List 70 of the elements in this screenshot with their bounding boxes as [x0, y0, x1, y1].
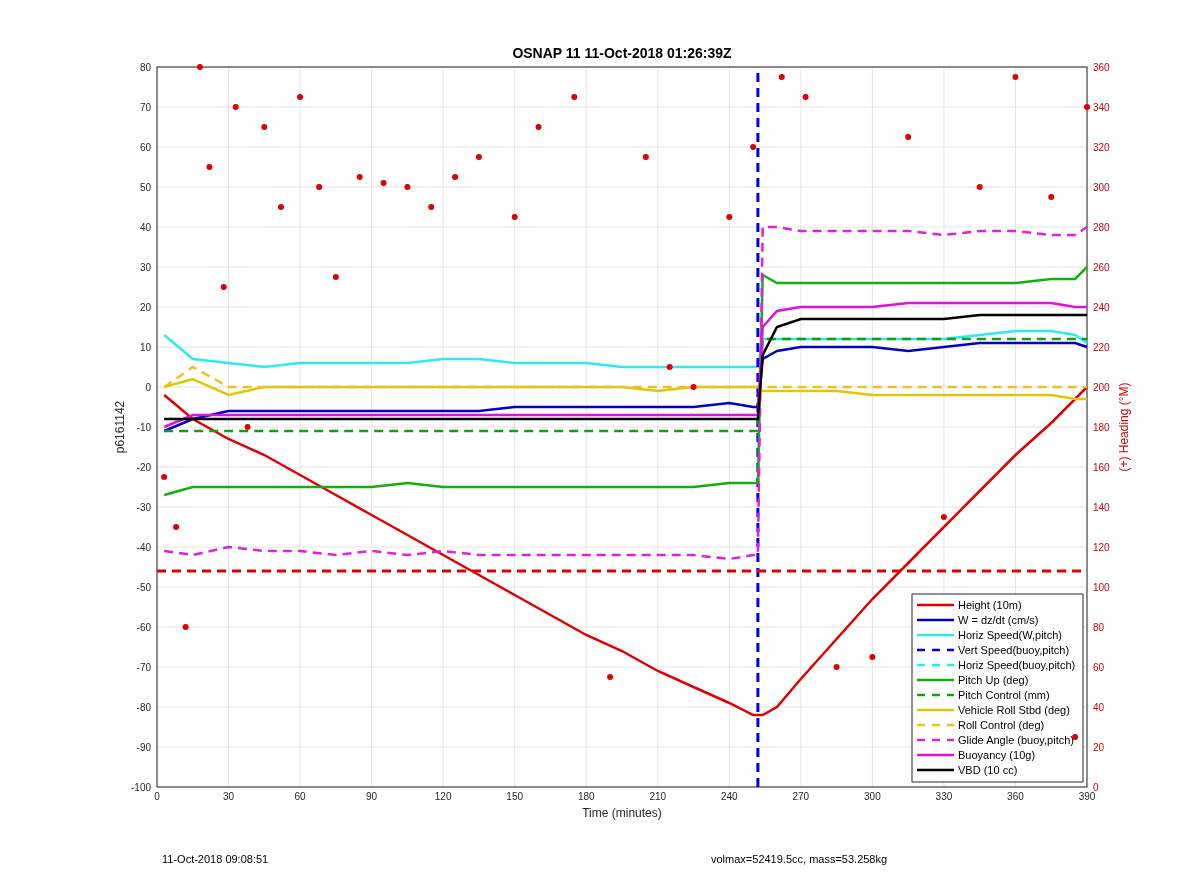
y-axis-label: p6161142 [113, 400, 127, 454]
x-tick-label: 120 [434, 791, 452, 802]
y-tick-label: -90 [136, 742, 151, 753]
y-tick-label: -30 [136, 502, 151, 513]
legend-label: Horiz Speed(buoy,pitch) [958, 659, 1076, 671]
x-tick-label: 360 [1007, 791, 1024, 802]
legend-label: Vert Speed(buoy,pitch) [958, 644, 1070, 656]
legend-label: Horiz Speed(W,pitch) [958, 629, 1062, 641]
right-axis-label: (+) Heading (°M) [1117, 382, 1131, 472]
y-tick-label: 50 [139, 182, 151, 193]
y-tick-label: 70 [139, 102, 151, 113]
y-tick-label: -100 [131, 782, 151, 793]
right-tick-label: 340 [1093, 102, 1110, 113]
y-tick-label: 80 [139, 62, 151, 73]
legend-label: Buoyancy (10g) [958, 749, 1036, 761]
y-tick-label: -10 [136, 422, 151, 433]
legend-label: Pitch Control (mm) [958, 689, 1050, 701]
legend-label: Pitch Up (deg) [958, 674, 1029, 686]
timestamp: 11-Oct-2018 09:08:51 [162, 853, 269, 865]
y-tick-label: -60 [136, 622, 151, 633]
x-tick-label: 0 [154, 791, 160, 802]
right-tick-label: 280 [1093, 222, 1110, 233]
y-tick-label: 40 [139, 222, 151, 233]
y-tick-label: 60 [139, 142, 151, 153]
x-tick-label: 180 [577, 791, 595, 802]
x-axis-label: Time (minutes) [582, 806, 662, 820]
chart-title: OSNAP 11 11-Oct-2018 01:26:39Z [512, 45, 732, 61]
y-tick-label: 20 [139, 302, 151, 313]
y-tick-label: -50 [136, 582, 151, 593]
y-tick-label: -40 [136, 542, 151, 553]
y-tick-label: 10 [139, 342, 151, 353]
x-tick-label: 390 [1078, 791, 1096, 802]
x-tick-label: 150 [506, 791, 524, 802]
right-tick-label: 60 [1093, 662, 1105, 673]
x-tick-label: 60 [294, 791, 306, 802]
right-tick-label: 360 [1093, 62, 1110, 73]
x-tick-label: 300 [864, 791, 881, 802]
y-tick-label: -20 [136, 462, 151, 473]
right-tick-label: 300 [1093, 182, 1110, 193]
x-tick-label: 210 [649, 791, 667, 802]
right-tick-label: 20 [1093, 742, 1105, 753]
y-tick-label: 30 [139, 262, 151, 273]
x-tick-label: 90 [366, 791, 378, 802]
right-tick-label: 40 [1093, 702, 1105, 713]
right-tick-label: 160 [1093, 462, 1110, 473]
right-tick-label: 0 [1093, 782, 1099, 793]
legend-label: W = dz/dt (cm/s) [958, 614, 1039, 626]
right-tick-label: 180 [1093, 422, 1110, 433]
x-tick-label: 240 [720, 791, 738, 802]
right-tick-label: 240 [1093, 302, 1110, 313]
legend-label: Vehicle Roll Stbd (deg) [958, 704, 1070, 716]
right-tick-label: 320 [1093, 142, 1110, 153]
x-tick-label: 30 [223, 791, 235, 802]
y-tick-label: 0 [145, 382, 151, 393]
x-tick-label: 270 [792, 791, 810, 802]
right-tick-label: 100 [1093, 582, 1110, 593]
right-tick-label: 220 [1093, 342, 1110, 353]
legend-label: Glide Angle (buoy,pitch) [958, 734, 1074, 746]
right-tick-label: 260 [1093, 262, 1110, 273]
y-tick-label: -70 [136, 662, 151, 673]
y-tick-label: -80 [136, 702, 151, 713]
x-tick-label: 330 [935, 791, 953, 802]
legend-label: Roll Control (deg) [958, 719, 1045, 731]
legend-label: Height (10m) [958, 599, 1022, 611]
legend-label: VBD (10 cc) [958, 764, 1018, 776]
right-tick-label: 80 [1093, 622, 1105, 633]
right-tick-label: 140 [1093, 502, 1110, 513]
right-tick-label: 120 [1093, 542, 1110, 553]
right-tick-label: 200 [1093, 382, 1110, 393]
mass-info: volmax=52419.5cc, mass=53.258kg [711, 853, 888, 865]
